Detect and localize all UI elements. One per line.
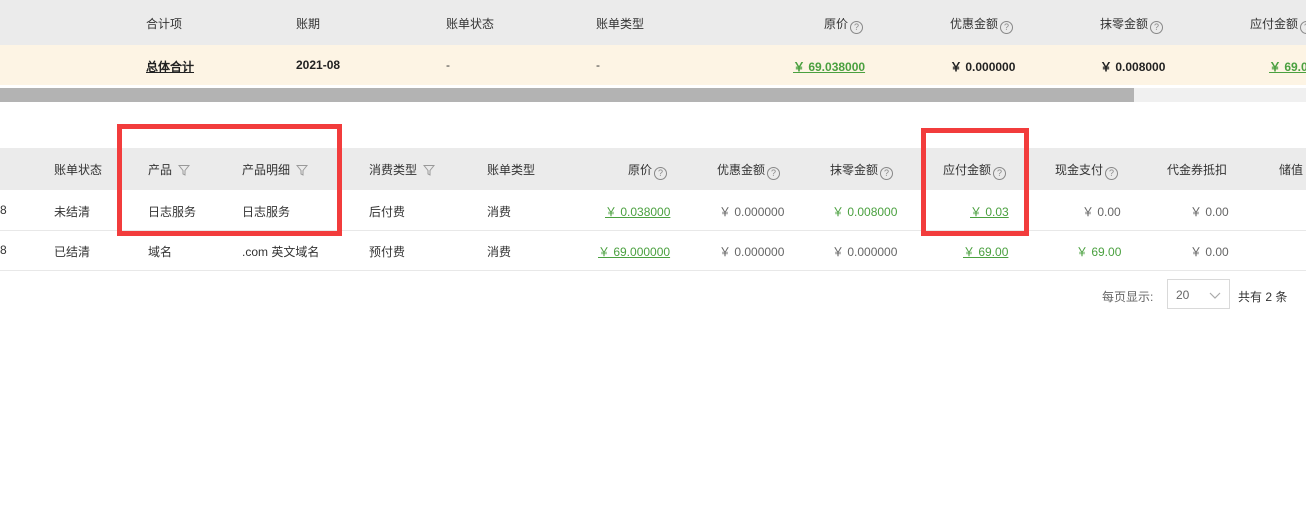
detail-col-consumption-type: 消费类型 <box>369 161 436 179</box>
row-lead-fragment: 8 <box>0 243 7 257</box>
row-discount: ￥ 0.000000 <box>719 205 785 219</box>
detail-col-discount-label: 优惠金额 <box>717 163 766 177</box>
filter-icon[interactable] <box>422 164 436 179</box>
help-icon[interactable]: ? <box>850 21 864 34</box>
row-product-detail: .com 英文域名 <box>242 245 320 259</box>
detail-col-consumption-type-label: 消费类型 <box>369 163 418 177</box>
row-bill-status: 未结清 <box>54 205 91 219</box>
row-divider <box>0 270 1306 271</box>
summary-bill-type-value: - <box>596 58 600 72</box>
summary-payable-link[interactable]: ￥ 69.0 <box>1269 58 1306 75</box>
total-count: 共有 2 条 <box>1238 290 1288 304</box>
summary-col-discount: 优惠金额? <box>950 15 1014 34</box>
help-icon[interactable]: ? <box>654 167 668 180</box>
summary-discount-value: ￥ 0.000000 <box>950 60 1016 74</box>
per-page-select[interactable]: 20 <box>1167 279 1230 309</box>
summary-total-label[interactable]: 总体合计 <box>146 58 194 75</box>
summary-col-item: 合计项 <box>146 17 183 31</box>
row-bill-status: 已结清 <box>54 245 91 259</box>
row-voucher: ￥ 0.00 <box>1190 205 1229 219</box>
row-voucher: ￥ 0.00 <box>1190 245 1229 259</box>
summary-col-period: 账期 <box>296 17 321 31</box>
summary-col-original: 原价? <box>824 15 864 34</box>
row-original-link[interactable]: ￥ 69.000000 <box>598 243 670 260</box>
summary-col-bill-type: 账单类型 <box>596 17 645 31</box>
row-discount: ￥ 0.000000 <box>719 245 785 259</box>
detail-col-original: 原价? <box>628 161 668 180</box>
row-cash: ￥ 69.00 <box>1076 245 1122 259</box>
row-lead-fragment: 8 <box>0 203 7 217</box>
highlight-box-product <box>117 124 342 236</box>
detail-col-stored: 储值 <box>1279 163 1304 177</box>
detail-col-bill-type: 账单类型 <box>487 163 536 177</box>
scrollbar-thumb[interactable] <box>0 88 1134 102</box>
row-rounding: ￥ 0.008000 <box>832 205 898 219</box>
summary-col-discount-label: 优惠金额 <box>950 17 999 31</box>
detail-col-discount: 优惠金额? <box>717 161 781 180</box>
detail-col-rounding-label: 抹零金额 <box>830 163 879 177</box>
row-product: 域名 <box>148 245 173 259</box>
detail-col-rounding: 抹零金额? <box>830 161 894 180</box>
summary-col-bill-status: 账单状态 <box>446 17 495 31</box>
row-bill-type: 消费 <box>487 245 512 259</box>
summary-bill-status-value: - <box>446 58 450 72</box>
row-rounding: ￥ 0.000000 <box>832 245 898 259</box>
summary-col-payable: 应付金额? <box>1250 15 1306 34</box>
per-page-value: 20 <box>1176 288 1190 302</box>
help-icon[interactable]: ? <box>1000 21 1014 34</box>
highlight-box-payable <box>921 128 1029 236</box>
help-icon[interactable]: ? <box>767 167 781 180</box>
help-icon[interactable]: ? <box>1150 21 1164 34</box>
summary-original-link[interactable]: ￥ 69.038000 <box>793 58 865 75</box>
summary-col-original-label: 原价 <box>824 17 849 31</box>
summary-col-rounding: 抹零金额? <box>1100 15 1164 34</box>
row-consumption-type: 预付费 <box>369 245 406 259</box>
row-original-link[interactable]: ￥ 0.038000 <box>605 203 670 220</box>
detail-col-cash: 现金支付? <box>1055 161 1119 180</box>
help-icon[interactable]: ? <box>1300 21 1306 34</box>
detail-col-voucher: 代金券抵扣 <box>1167 163 1228 177</box>
summary-period-value: 2021-08 <box>296 58 341 72</box>
per-page-label: 每页显示: <box>1102 290 1154 304</box>
row-bill-type: 消费 <box>487 205 512 219</box>
detail-col-original-label: 原价 <box>628 163 653 177</box>
detail-col-cash-label: 现金支付 <box>1055 163 1104 177</box>
row-payable-link[interactable]: ￥ 69.00 <box>963 243 1008 260</box>
help-icon[interactable]: ? <box>880 167 894 180</box>
help-icon[interactable]: ? <box>1105 167 1119 180</box>
chevron-down-icon <box>1209 289 1221 303</box>
summary-col-payable-label: 应付金额 <box>1250 17 1299 31</box>
row-consumption-type: 后付费 <box>369 205 406 219</box>
detail-col-bill-status: 账单状态 <box>54 163 103 177</box>
summary-rounding-value: ￥ 0.008000 <box>1100 60 1166 74</box>
summary-col-rounding-label: 抹零金额 <box>1100 17 1149 31</box>
row-cash: ￥ 0.00 <box>1082 205 1121 219</box>
